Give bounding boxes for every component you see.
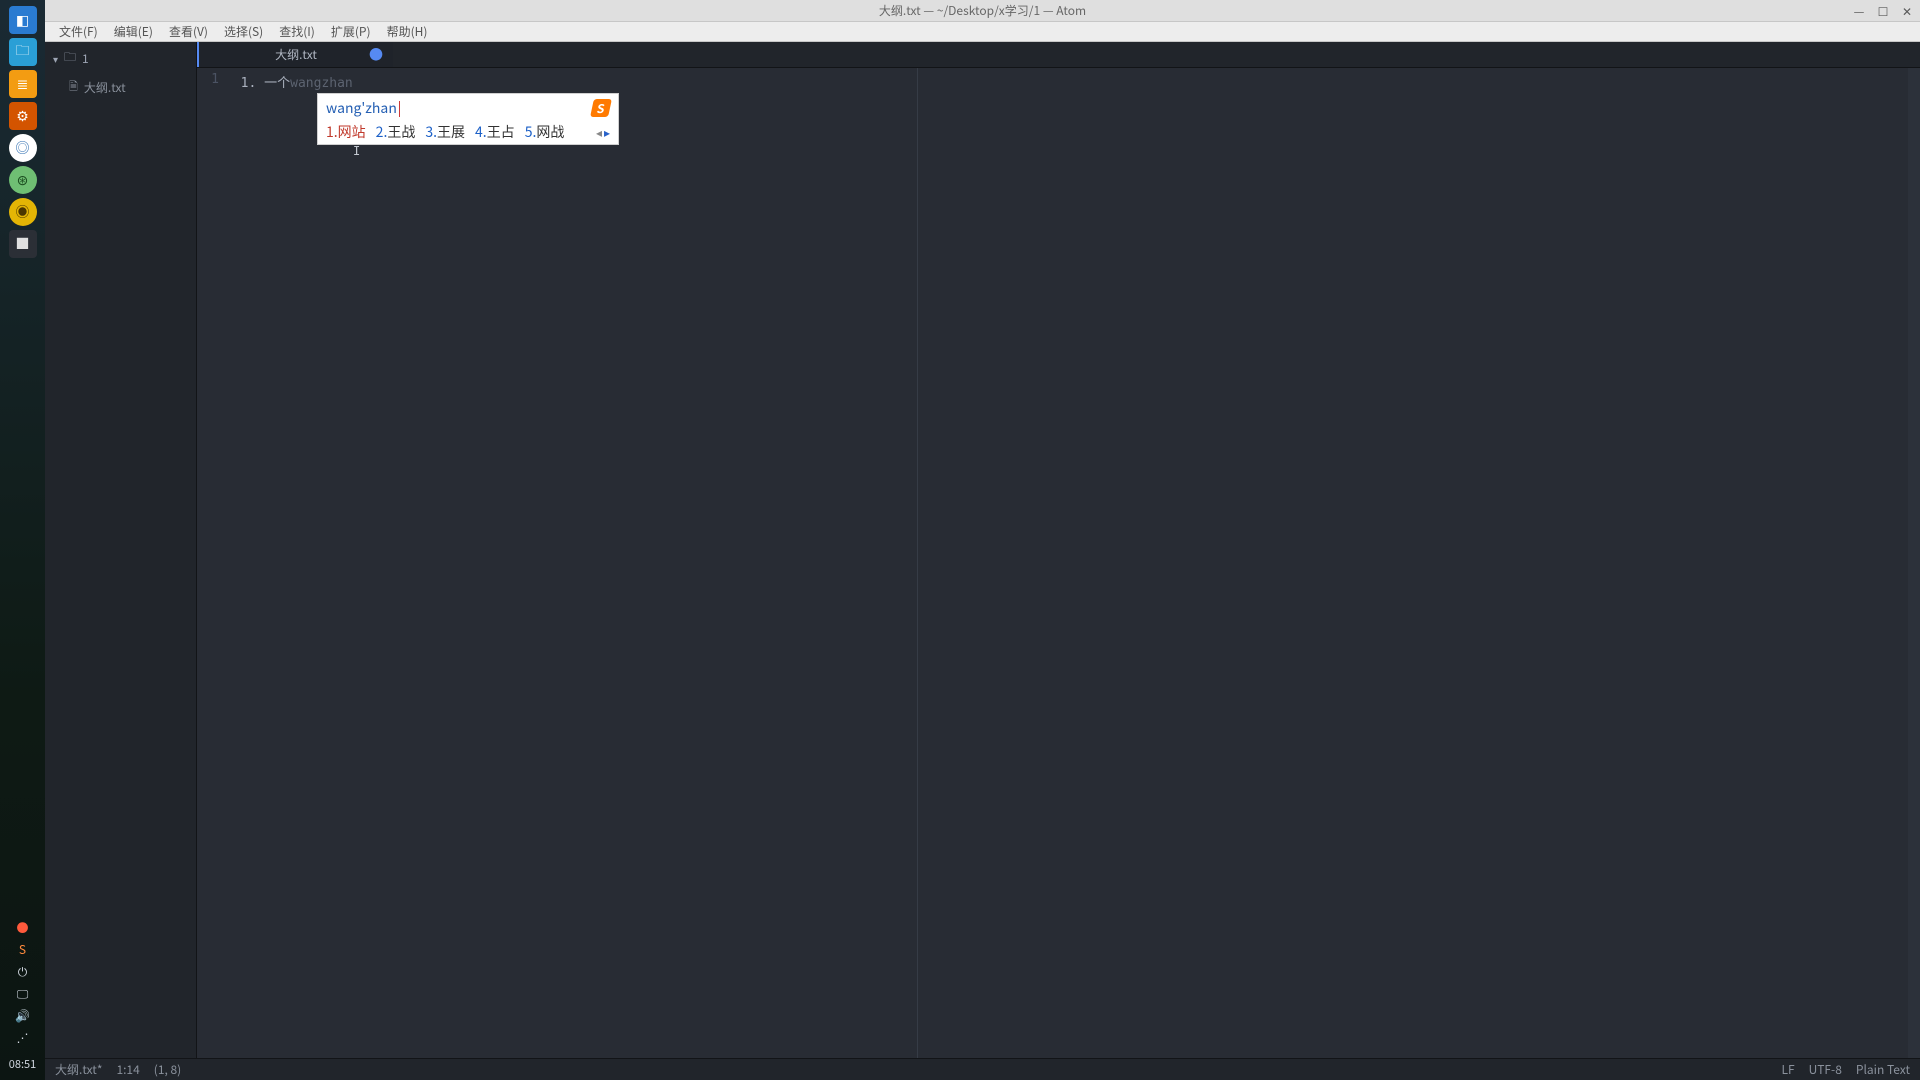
tab-label: 大纲.txt bbox=[275, 46, 317, 63]
dock-app-chrome[interactable]: ◎ bbox=[9, 134, 37, 162]
tree-file-label: 大纲.txt bbox=[84, 79, 126, 96]
tree-file-item[interactable]: 🗎 大纲.txt bbox=[45, 75, 196, 100]
tree-root-folder[interactable]: ▾ 🗀 1 bbox=[45, 42, 196, 75]
ime-prev-page-icon[interactable]: ◂ bbox=[596, 124, 602, 141]
window-titlebar: 大纲.txt — ~/Desktop/x学习/1 — Atom — ☐ ✕ bbox=[45, 0, 1920, 22]
volume-icon[interactable]: 🔊 bbox=[12, 1006, 34, 1024]
tab-bar: 大纲.txt ● bbox=[197, 42, 1920, 68]
dock-app-python[interactable]: ◉ bbox=[9, 198, 37, 226]
code-text: 1. 一个 bbox=[225, 76, 290, 91]
code-area[interactable]: 1. 一个wangzhan bbox=[225, 68, 1920, 1058]
text-cursor-icon: I bbox=[353, 144, 354, 158]
rec-indicator-icon: ● bbox=[12, 918, 34, 936]
gutter: 1 bbox=[197, 68, 225, 1058]
wifi-icon[interactable]: ⋰ bbox=[12, 1028, 34, 1046]
ime-candidate-4[interactable]: 4.王占 bbox=[475, 122, 515, 142]
menu-find[interactable]: 查找(I) bbox=[271, 21, 323, 42]
folder-icon: 🗀 bbox=[64, 48, 76, 69]
dock-app-atom[interactable]: ⊛ bbox=[9, 166, 37, 194]
window-minimize-button[interactable]: — bbox=[1852, 3, 1866, 20]
dock-app-settings[interactable]: ⚙ bbox=[9, 102, 37, 130]
ime-candidate-2[interactable]: 2.王战 bbox=[376, 122, 416, 142]
chevron-down-icon: ▾ bbox=[53, 51, 58, 66]
window-maximize-button[interactable]: ☐ bbox=[1876, 3, 1890, 20]
ime-caret bbox=[399, 101, 400, 117]
status-encoding[interactable]: UTF-8 bbox=[1809, 1061, 1842, 1078]
status-file[interactable]: 大纲.txt* bbox=[55, 1061, 102, 1078]
ime-preedit-text: wangzhan bbox=[290, 76, 353, 91]
status-bar: 大纲.txt* 1:14 (1, 8) LF UTF-8 Plain Text bbox=[45, 1058, 1920, 1080]
display-icon[interactable]: 🖵 bbox=[12, 984, 34, 1002]
text-editor[interactable]: 1 1. 一个wangzhan bbox=[197, 68, 1920, 1058]
tab-modified-dot-icon: ● bbox=[369, 48, 383, 62]
menu-edit[interactable]: 编辑(E) bbox=[106, 21, 161, 42]
menu-file[interactable]: 文件(F) bbox=[51, 21, 106, 42]
ime-indicator-icon[interactable]: S bbox=[12, 940, 34, 958]
window-title: 大纲.txt — ~/Desktop/x学习/1 — Atom bbox=[879, 2, 1086, 19]
wrap-guide bbox=[917, 68, 918, 1058]
sogou-brand-icon: S bbox=[590, 99, 612, 117]
vertical-scrollbar[interactable] bbox=[1908, 68, 1920, 1058]
menu-packages[interactable]: 扩展(P) bbox=[323, 21, 379, 42]
menu-help[interactable]: 帮助(H) bbox=[379, 21, 436, 42]
main-area: ▾ 🗀 1 🗎 大纲.txt 大纲.txt ● 1 1. 一个wangzhan bbox=[45, 42, 1920, 1058]
ime-composition-text: wang'zhan bbox=[326, 98, 397, 118]
status-cursor-paren: (1, 8) bbox=[154, 1061, 181, 1078]
status-cursor-short[interactable]: 1:14 bbox=[116, 1061, 139, 1078]
menu-bar: 文件(F) 编辑(E) 查看(V) 选择(S) 查找(I) 扩展(P) 帮助(H… bbox=[45, 22, 1920, 42]
dock-app-desktop[interactable]: ◧ bbox=[9, 6, 37, 34]
tree-view[interactable]: ▾ 🗀 1 🗎 大纲.txt bbox=[45, 42, 197, 1058]
ime-candidate-3[interactable]: 3.王展 bbox=[425, 122, 465, 142]
menu-select[interactable]: 选择(S) bbox=[216, 21, 271, 42]
tab-active[interactable]: 大纲.txt ● bbox=[197, 42, 393, 67]
menu-view[interactable]: 查看(V) bbox=[161, 21, 216, 42]
ime-candidate-1[interactable]: 1.网站 bbox=[326, 122, 366, 142]
dock-app-stack[interactable]: ≣ bbox=[9, 70, 37, 98]
tree-root-label: 1 bbox=[82, 50, 89, 67]
ime-next-page-icon[interactable]: ▸ bbox=[604, 124, 610, 141]
dock-app-recorder[interactable]: ■ bbox=[9, 230, 37, 258]
dock-app-files[interactable]: 🗀 bbox=[9, 38, 37, 66]
gutter-line-number: 1 bbox=[197, 72, 219, 87]
status-line-ending[interactable]: LF bbox=[1781, 1061, 1794, 1078]
dock-clock: 08:51 bbox=[9, 1056, 36, 1072]
file-icon: 🗎 bbox=[69, 78, 78, 97]
window-close-button[interactable]: ✕ bbox=[1900, 3, 1914, 20]
power-icon[interactable]: ⏻ bbox=[12, 962, 34, 980]
ime-candidate-5[interactable]: 5.网战 bbox=[525, 122, 565, 142]
status-grammar[interactable]: Plain Text bbox=[1856, 1061, 1910, 1078]
ime-candidate-window: wang'zhan S 1.网站 2.王战 3.王展 4.王占 5.网战 ◂ ▸ bbox=[317, 93, 619, 145]
desktop-dock: ◧ 🗀 ≣ ⚙ ◎ ⊛ ◉ ■ ● S ⏻ 🖵 🔊 ⋰ 08:51 bbox=[0, 0, 45, 1080]
